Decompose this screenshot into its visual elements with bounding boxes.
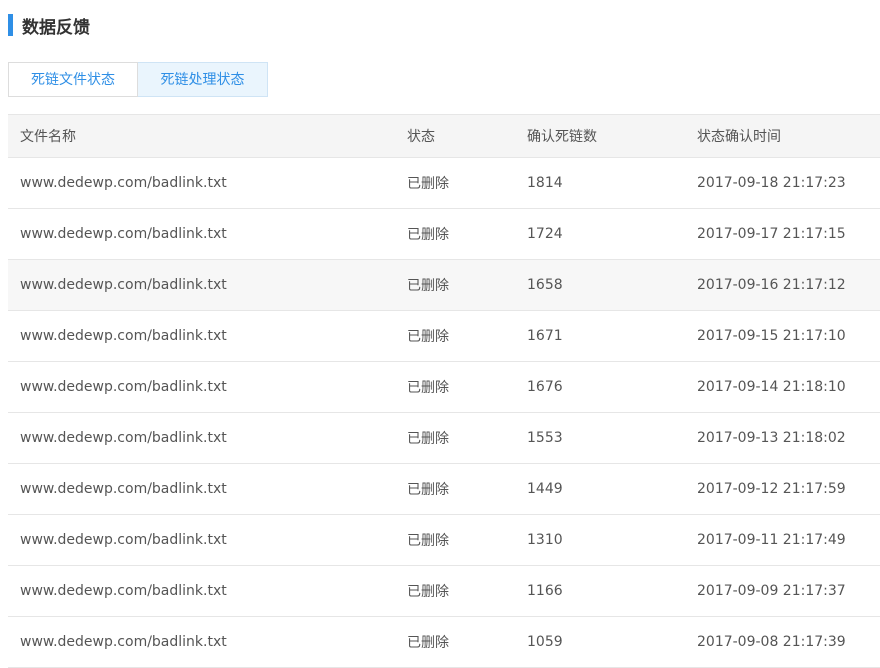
cell-file-name: www.dedewp.com/badlink.txt bbox=[8, 463, 395, 515]
cell-file-name: www.dedewp.com/badlink.txt bbox=[8, 157, 395, 209]
table-row: www.dedewp.com/badlink.txt 已删除 1814 2017… bbox=[8, 157, 880, 209]
cell-dead-link-count: 1814 bbox=[515, 157, 685, 209]
table-row: www.dedewp.com/badlink.txt 已删除 1676 2017… bbox=[8, 361, 880, 413]
cell-dead-link-count: 1449 bbox=[515, 463, 685, 515]
tab-dead-link-file-status[interactable]: 死链文件状态 bbox=[8, 62, 138, 97]
section-title: 数据反馈 bbox=[8, 14, 90, 38]
cell-file-name: www.dedewp.com/badlink.txt bbox=[8, 565, 395, 617]
cell-confirm-time: 2017-09-11 21:17:49 bbox=[685, 514, 880, 566]
cell-file-name: www.dedewp.com/badlink.txt bbox=[8, 259, 395, 311]
table-row: www.dedewp.com/badlink.txt 已删除 1724 2017… bbox=[8, 208, 880, 260]
cell-confirm-time: 2017-09-08 21:17:39 bbox=[685, 616, 880, 668]
column-header-status: 状态 bbox=[395, 114, 515, 158]
cell-dead-link-count: 1676 bbox=[515, 361, 685, 413]
cell-confirm-time: 2017-09-16 21:17:12 bbox=[685, 259, 880, 311]
column-header-confirm-time: 状态确认时间 bbox=[685, 114, 880, 158]
cell-confirm-time: 2017-09-12 21:17:59 bbox=[685, 463, 880, 515]
cell-dead-link-count: 1724 bbox=[515, 208, 685, 260]
cell-confirm-time: 2017-09-18 21:17:23 bbox=[685, 157, 880, 209]
cell-dead-link-count: 1310 bbox=[515, 514, 685, 566]
cell-status: 已删除 bbox=[395, 412, 515, 464]
cell-dead-link-count: 1166 bbox=[515, 565, 685, 617]
cell-status: 已删除 bbox=[395, 208, 515, 260]
cell-status: 已删除 bbox=[395, 514, 515, 566]
cell-dead-link-count: 1553 bbox=[515, 412, 685, 464]
cell-file-name: www.dedewp.com/badlink.txt bbox=[8, 361, 395, 413]
column-header-dead-link-count: 确认死链数 bbox=[515, 114, 685, 158]
table-row: www.dedewp.com/badlink.txt 已删除 1671 2017… bbox=[8, 310, 880, 362]
tab-bar: 死链文件状态 死链处理状态 bbox=[8, 62, 268, 97]
cell-dead-link-count: 1059 bbox=[515, 616, 685, 668]
cell-file-name: www.dedewp.com/badlink.txt bbox=[8, 412, 395, 464]
table-header-row: 文件名称 状态 确认死链数 状态确认时间 bbox=[8, 114, 880, 158]
cell-dead-link-count: 1671 bbox=[515, 310, 685, 362]
table-row: www.dedewp.com/badlink.txt 已删除 1166 2017… bbox=[8, 565, 880, 617]
cell-status: 已删除 bbox=[395, 616, 515, 668]
cell-file-name: www.dedewp.com/badlink.txt bbox=[8, 514, 395, 566]
page-title: 数据反馈 bbox=[22, 17, 90, 38]
cell-confirm-time: 2017-09-13 21:18:02 bbox=[685, 412, 880, 464]
cell-confirm-time: 2017-09-15 21:17:10 bbox=[685, 310, 880, 362]
cell-status: 已删除 bbox=[395, 463, 515, 515]
table-row: www.dedewp.com/badlink.txt 已删除 1658 2017… bbox=[8, 259, 880, 311]
cell-file-name: www.dedewp.com/badlink.txt bbox=[8, 310, 395, 362]
cell-status: 已删除 bbox=[395, 157, 515, 209]
cell-confirm-time: 2017-09-14 21:18:10 bbox=[685, 361, 880, 413]
cell-status: 已删除 bbox=[395, 565, 515, 617]
tab-dead-link-processing-status[interactable]: 死链处理状态 bbox=[138, 62, 268, 97]
cell-file-name: www.dedewp.com/badlink.txt bbox=[8, 616, 395, 668]
cell-confirm-time: 2017-09-09 21:17:37 bbox=[685, 565, 880, 617]
cell-file-name: www.dedewp.com/badlink.txt bbox=[8, 208, 395, 260]
cell-status: 已删除 bbox=[395, 310, 515, 362]
cell-confirm-time: 2017-09-17 21:17:15 bbox=[685, 208, 880, 260]
cell-status: 已删除 bbox=[395, 259, 515, 311]
title-accent-bar bbox=[8, 14, 13, 36]
table-row: www.dedewp.com/badlink.txt 已删除 1449 2017… bbox=[8, 463, 880, 515]
table-row: www.dedewp.com/badlink.txt 已删除 1310 2017… bbox=[8, 514, 880, 566]
table-row: www.dedewp.com/badlink.txt 已删除 1059 2017… bbox=[8, 616, 880, 668]
cell-status: 已删除 bbox=[395, 361, 515, 413]
cell-dead-link-count: 1658 bbox=[515, 259, 685, 311]
dead-link-table: 文件名称 状态 确认死链数 状态确认时间 www.dedewp.com/badl… bbox=[8, 114, 880, 668]
column-header-file-name: 文件名称 bbox=[8, 114, 395, 158]
table-row: www.dedewp.com/badlink.txt 已删除 1553 2017… bbox=[8, 412, 880, 464]
